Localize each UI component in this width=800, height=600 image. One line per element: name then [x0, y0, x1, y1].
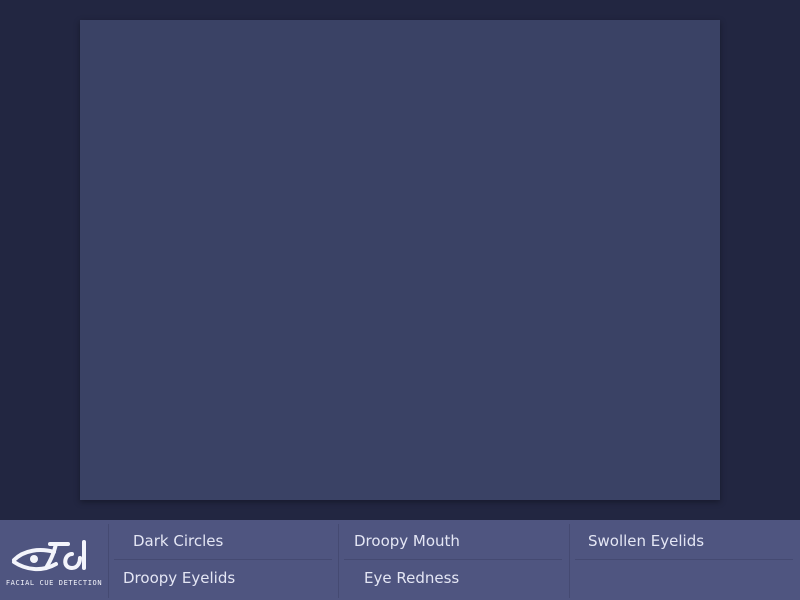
logo-caption: FACIAL CUE DETECTION — [5, 579, 103, 587]
row-divider — [114, 559, 332, 560]
column-divider — [108, 524, 109, 598]
cue-eye-redness: Eye Redness — [364, 569, 460, 587]
app-logo: FACIAL CUE DETECTION — [0, 520, 108, 600]
cue-dark-circles: Dark Circles — [133, 532, 224, 550]
column-divider — [569, 524, 570, 598]
column-divider — [338, 524, 339, 598]
bottom-bar: FACIAL CUE DETECTION Dark Circles Droopy… — [0, 520, 800, 600]
cue-swollen-eyelids: Swollen Eyelids — [588, 532, 705, 550]
cue-droopy-mouth: Droopy Mouth — [354, 532, 460, 550]
cue-droopy-eyelids: Droopy Eyelids — [123, 569, 236, 587]
row-divider — [344, 559, 562, 560]
camera-viewport — [80, 20, 720, 500]
fcd-logo-icon — [12, 540, 86, 571]
row-divider — [575, 559, 793, 560]
